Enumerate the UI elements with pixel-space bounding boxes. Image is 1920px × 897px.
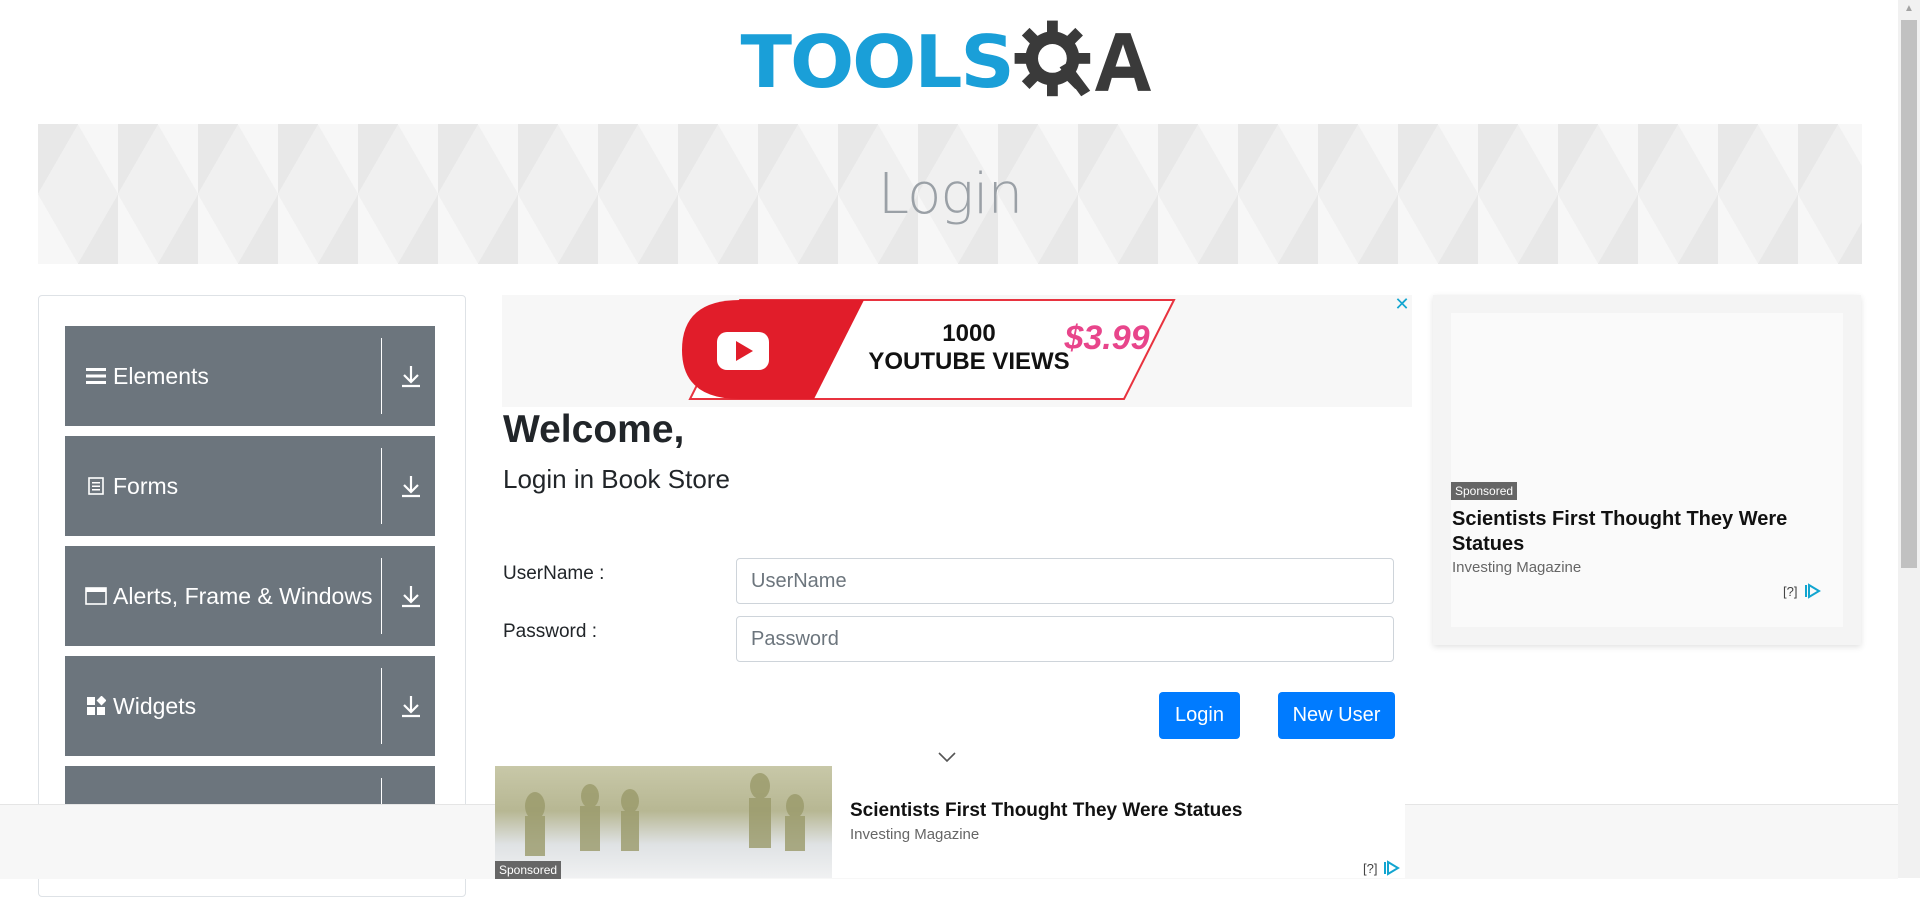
divider [381, 558, 382, 634]
sponsored-badge: Sponsored [1451, 482, 1518, 500]
window-icon [85, 585, 107, 607]
username-label: UserName : [503, 563, 605, 584]
hamburger-icon [85, 365, 107, 387]
adchoices-icon[interactable] [1384, 860, 1402, 876]
bottom-ad[interactable]: Sponsored Scientists First Thought They … [495, 766, 1405, 879]
sidebar-group-label: Widgets [113, 692, 197, 719]
page-title: Login [877, 161, 1023, 227]
ad-right[interactable]: Sponsored Scientists First Thought They … [1433, 295, 1861, 645]
gear-icon [1014, 20, 1090, 97]
sidebar-group-label: Alerts, Frame & Windows [113, 582, 373, 609]
close-icon[interactable]: ✕ [1394, 295, 1410, 313]
sidebar-group-label: Forms [113, 472, 179, 499]
divider [381, 448, 382, 524]
scrollbar-thumb[interactable] [1901, 20, 1917, 568]
ad-source: Investing Magazine [850, 826, 980, 843]
divider [381, 668, 382, 744]
ad-source: Investing Magazine [1452, 559, 1582, 576]
ad-price: $3.99 [1063, 319, 1149, 357]
password-label: Password : [503, 621, 597, 642]
password-input[interactable] [736, 616, 1394, 662]
ad-headline[interactable]: Scientists First Thought They Were Statu… [850, 800, 1242, 822]
ad-info-link[interactable]: [?] [1783, 584, 1797, 599]
sponsored-badge: Sponsored [495, 861, 562, 879]
chevron-down-icon[interactable] [937, 750, 957, 764]
sidebar-group-elements[interactable]: Elements [65, 326, 435, 426]
sidebar-group-alerts[interactable]: Alerts, Frame & Windows [65, 546, 435, 646]
ad-line2: YOUTUBE VIEWS [868, 348, 1069, 375]
toolsqa-logo[interactable]: TOOLS [741, 12, 1151, 112]
divider [381, 338, 382, 414]
welcome-heading: Welcome, [503, 408, 685, 451]
adchoices-icon[interactable] [1805, 583, 1823, 599]
document-icon [85, 475, 107, 497]
download-arrow-icon[interactable] [397, 362, 425, 390]
download-arrow-icon[interactable] [397, 692, 425, 720]
youtube-views-ad-graphic: 1000 YOUTUBE VIEWS $3.99 [682, 299, 1176, 400]
logo-text: TOOLS [740, 20, 1015, 104]
ad-banner-top[interactable]: 1000 YOUTUBE VIEWS $3.99 [502, 295, 1412, 407]
username-input[interactable] [736, 558, 1394, 604]
download-arrow-icon[interactable] [397, 582, 425, 610]
new-user-button[interactable]: New User [1278, 692, 1395, 739]
login-button[interactable]: Login [1159, 692, 1240, 739]
ad-headline[interactable]: Scientists First Thought They Were Statu… [1452, 507, 1822, 557]
page-banner: Login [38, 124, 1862, 264]
widgets-icon [85, 695, 107, 717]
vertical-scrollbar[interactable]: ▲ [1898, 0, 1920, 878]
login-subtitle: Login in Book Store [503, 464, 730, 494]
sidebar-group-forms[interactable]: Forms [65, 436, 435, 536]
logo-letter-a [1094, 33, 1151, 91]
scroll-up-arrow-icon[interactable]: ▲ [1898, 0, 1920, 18]
sidebar-group-widgets[interactable]: Widgets [65, 656, 435, 756]
ad-image-placeholder [1451, 313, 1843, 627]
sidebar-group-label: Elements [113, 362, 209, 389]
header: TOOLS [0, 0, 1898, 124]
ad-info-link[interactable]: [?] [1363, 861, 1377, 876]
ad-line1: 1000 [942, 320, 995, 347]
download-arrow-icon[interactable] [397, 472, 425, 500]
